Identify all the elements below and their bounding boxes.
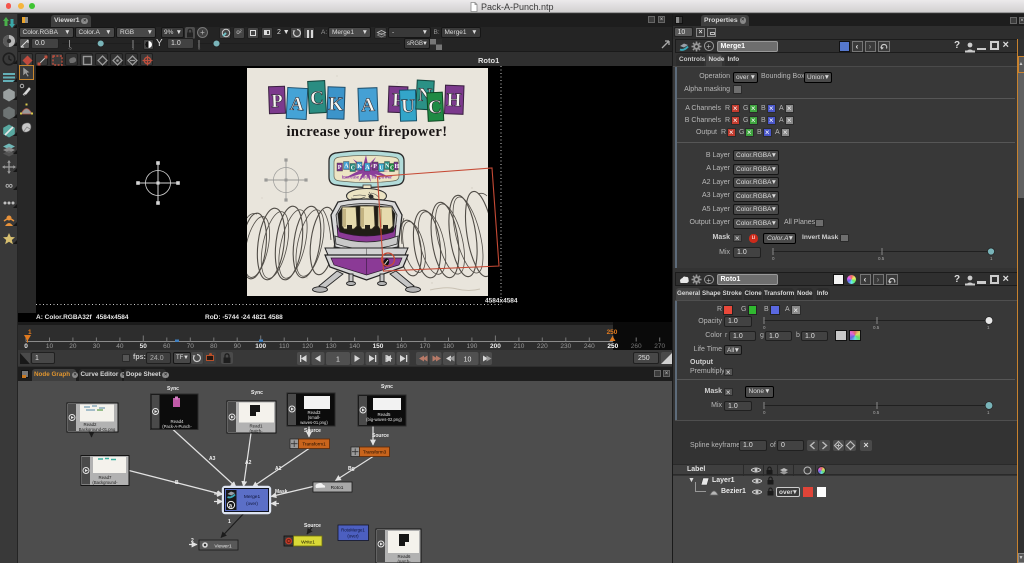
- svg-text:(big-waves-02.png): (big-waves-02.png): [366, 417, 402, 422]
- svg-text:270: 270: [654, 343, 665, 350]
- svg-text:160: 160: [396, 343, 407, 350]
- svg-text:Mask: Mask: [275, 489, 288, 495]
- svg-text:10: 10: [464, 357, 472, 364]
- svg-text:10: 10: [46, 343, 54, 350]
- svg-text:(Pack-A-Punch-: (Pack-A-Punch-: [162, 424, 192, 429]
- svg-text:250: 250: [607, 329, 618, 336]
- svg-text:70: 70: [187, 343, 195, 350]
- svg-text:250: 250: [607, 343, 618, 350]
- svg-text:(over): (over): [347, 534, 359, 539]
- svg-text:0: 0: [763, 410, 766, 415]
- svg-text:1: 1: [987, 410, 990, 415]
- svg-text:200: 200: [490, 343, 501, 350]
- svg-text:170: 170: [420, 343, 431, 350]
- svg-text:A1: A1: [275, 466, 282, 472]
- svg-text:50: 50: [140, 343, 148, 350]
- svg-text:Background-01.png: Background-01.png: [79, 427, 116, 432]
- svg-text:240: 240: [584, 343, 595, 350]
- svg-text:120: 120: [302, 343, 313, 350]
- svg-text:1: 1: [987, 325, 990, 330]
- svg-text:0: 0: [763, 325, 766, 330]
- svg-text:(patch-: (patch-: [249, 429, 263, 434]
- svg-text:40: 40: [116, 343, 124, 350]
- svg-text:210: 210: [513, 343, 524, 350]
- svg-text:5: 5: [132, 46, 135, 51]
- svg-text:Transform1: Transform1: [302, 442, 326, 447]
- svg-text:Sync: Sync: [381, 384, 393, 390]
- svg-text:(Background-: (Background-: [92, 480, 118, 485]
- svg-text:2: 2: [191, 538, 194, 544]
- svg-text:Sync: Sync: [167, 386, 179, 392]
- svg-text:Bg: Bg: [348, 466, 355, 472]
- svg-text:Merge1: Merge1: [244, 494, 261, 500]
- svg-text:Write1: Write1: [301, 540, 315, 546]
- svg-text:220: 220: [537, 343, 548, 350]
- svg-text:0.5: 0.5: [873, 410, 880, 415]
- svg-text:180: 180: [443, 343, 454, 350]
- svg-text:260: 260: [631, 343, 642, 350]
- svg-text:∞: ∞: [5, 180, 13, 192]
- svg-text:Transform3: Transform3: [363, 450, 387, 455]
- svg-text:1: 1: [228, 519, 231, 525]
- svg-text:60: 60: [163, 343, 171, 350]
- svg-text:Source: Source: [304, 523, 321, 529]
- svg-text:1: 1: [990, 256, 993, 261]
- svg-text:B: B: [175, 480, 179, 486]
- svg-text:(over): (over): [246, 501, 258, 506]
- svg-text:0.5: 0.5: [873, 325, 880, 330]
- svg-text:A3: A3: [209, 456, 216, 462]
- svg-text:140: 140: [349, 343, 360, 350]
- svg-text:4584x4584: 4584x4584: [485, 298, 518, 305]
- svg-text:1: 1: [28, 329, 32, 336]
- svg-text:1: 1: [336, 357, 340, 364]
- svg-text:Sync: Sync: [251, 390, 263, 396]
- svg-text:Source: Source: [304, 428, 321, 434]
- svg-text:230: 230: [560, 343, 571, 350]
- svg-text:0.5: 0.5: [878, 256, 885, 261]
- svg-text:A2: A2: [245, 460, 252, 466]
- svg-text:20: 20: [69, 343, 77, 350]
- svg-text:(patch-: (patch-: [397, 559, 411, 563]
- svg-text:RotoMerge1: RotoMerge1: [341, 528, 365, 533]
- svg-text:Source: Source: [372, 433, 389, 439]
- svg-text:90: 90: [234, 343, 242, 350]
- svg-text:130: 130: [326, 343, 337, 350]
- svg-text:110: 110: [279, 343, 290, 350]
- svg-text:0: 0: [772, 256, 775, 261]
- svg-text:150: 150: [373, 343, 384, 350]
- svg-text:100: 100: [255, 343, 266, 350]
- svg-text:190: 190: [466, 343, 477, 350]
- svg-text:Roto1: Roto1: [331, 485, 344, 491]
- svg-text:30: 30: [93, 343, 101, 350]
- svg-text:0: 0: [198, 46, 201, 51]
- svg-text:0: 0: [24, 343, 28, 350]
- svg-text:Viewer1: Viewer1: [214, 544, 232, 550]
- svg-text:-5: -5: [68, 46, 72, 51]
- svg-text:80: 80: [210, 343, 218, 350]
- svg-text:waves-01.png): waves-01.png): [300, 420, 328, 425]
